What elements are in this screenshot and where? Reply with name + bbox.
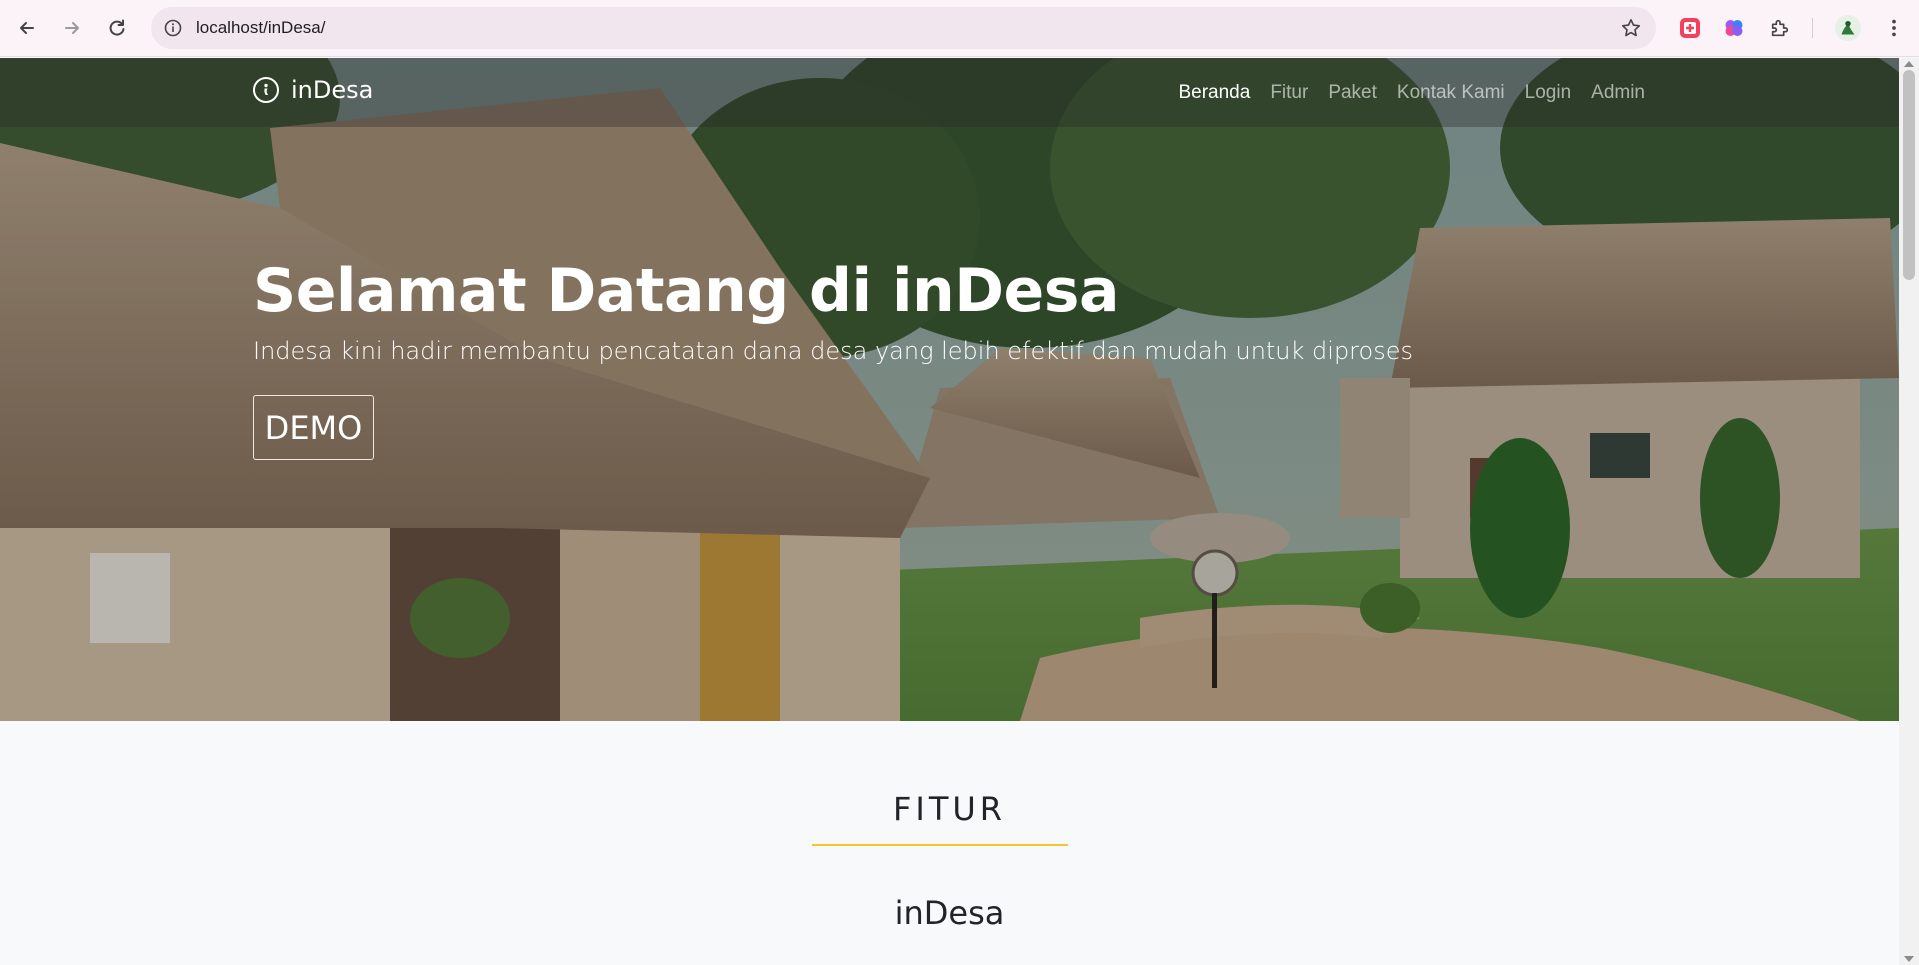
site-info-icon[interactable] xyxy=(163,18,183,38)
nav-link-fitur[interactable]: Fitur xyxy=(1270,82,1308,104)
arrow-right-icon xyxy=(65,22,79,34)
nav-menu: Beranda Fitur Paket Kontak Kami Login Ad… xyxy=(1178,82,1645,104)
browser-menu-button[interactable] xyxy=(1880,14,1908,42)
reload-icon xyxy=(109,19,125,36)
demo-button[interactable]: DEMO xyxy=(253,395,374,460)
nav-link-paket[interactable]: Paket xyxy=(1328,82,1377,104)
features-subheading: inDesa xyxy=(894,894,1005,932)
back-button[interactable] xyxy=(11,12,43,44)
forward-button[interactable] xyxy=(56,12,88,44)
scrollbar-thumb[interactable] xyxy=(1903,70,1915,280)
features-heading-underline xyxy=(812,844,1068,846)
extensions-puzzle-icon[interactable] xyxy=(1766,14,1794,42)
hero-subtitle: Indesa kini hadir membantu pencatatan da… xyxy=(253,337,1413,365)
hero-section: inDesa Beranda Fitur Paket Kontak Kami L… xyxy=(0,58,1899,721)
features-heading: FITUR xyxy=(892,790,1007,828)
extension-red-icon[interactable] xyxy=(1676,14,1704,42)
toolbar-divider xyxy=(1812,18,1813,38)
hero-overlay xyxy=(0,58,1899,721)
nav-link-beranda[interactable]: Beranda xyxy=(1178,82,1250,104)
site-navbar: inDesa Beranda Fitur Paket Kontak Kami L… xyxy=(0,58,1899,127)
bookmark-star-icon[interactable] xyxy=(1620,17,1642,39)
page-viewport: inDesa Beranda Fitur Paket Kontak Kami L… xyxy=(0,58,1899,965)
browser-toolbar: localhost/inDesa/ xyxy=(0,0,1919,57)
arrow-left-icon xyxy=(20,22,34,34)
hero-title: Selamat Datang di inDesa xyxy=(253,256,1119,326)
page-scrollbar[interactable] xyxy=(1899,58,1919,965)
extension-brain-icon[interactable] xyxy=(1720,14,1748,42)
url-text[interactable]: localhost/inDesa/ xyxy=(196,18,325,38)
address-bar[interactable]: localhost/inDesa/ xyxy=(151,7,1656,49)
kebab-menu-icon xyxy=(1892,19,1896,37)
brand-link[interactable]: inDesa xyxy=(253,76,373,104)
scroll-down-arrow-icon[interactable] xyxy=(1904,956,1914,962)
profile-avatar[interactable] xyxy=(1834,14,1862,42)
nav-link-kontak-kami[interactable]: Kontak Kami xyxy=(1397,82,1505,104)
nav-link-login[interactable]: Login xyxy=(1525,82,1572,104)
nav-link-admin[interactable]: Admin xyxy=(1591,82,1645,104)
brand-name: inDesa xyxy=(291,76,374,104)
reload-button[interactable] xyxy=(101,12,133,44)
brand-logo-icon xyxy=(253,77,279,103)
scroll-up-arrow-icon[interactable] xyxy=(1904,61,1914,67)
